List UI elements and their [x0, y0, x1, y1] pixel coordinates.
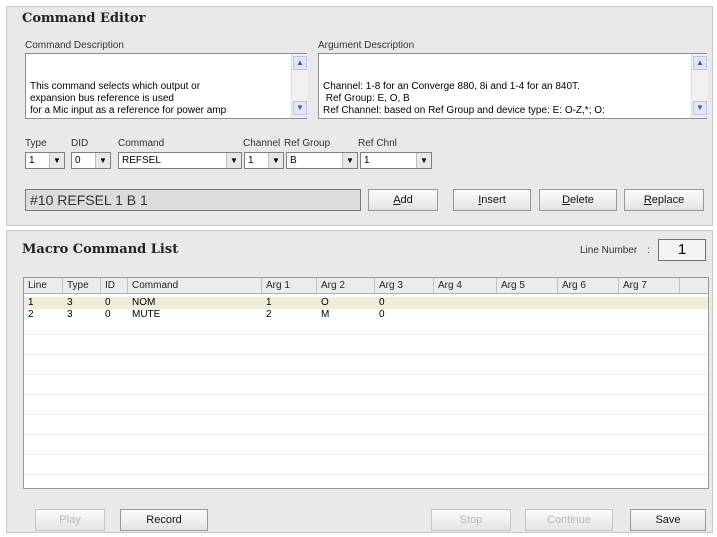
- command-preview: #10 REFSEL 1 B 1: [25, 189, 361, 211]
- scroll-down-icon[interactable]: ▼: [693, 101, 707, 115]
- column-header-command[interactable]: Command: [128, 278, 262, 294]
- cell-line: 1: [28, 297, 34, 308]
- command-label: Command: [118, 138, 165, 149]
- cell-id: 0: [105, 297, 111, 308]
- grid-line: [24, 454, 708, 455]
- column-header-id[interactable]: ID: [101, 278, 128, 294]
- cell-arg1: 2: [266, 309, 272, 320]
- ref-chnl-label: Ref Chnl: [358, 138, 397, 149]
- column-header-type[interactable]: Type: [63, 278, 101, 294]
- chevron-down-icon[interactable]: ▼: [49, 153, 64, 168]
- replace-button[interactable]: Replace: [624, 189, 704, 211]
- argument-description-scrollbar[interactable]: ▲ ▼: [691, 54, 708, 118]
- continue-button[interactable]: Continue: [525, 509, 613, 531]
- did-label: DID: [71, 138, 89, 149]
- scroll-up-icon[interactable]: ▲: [293, 56, 307, 70]
- command-value: REFSEL: [122, 155, 161, 166]
- argument-description-label: Argument Description: [318, 40, 415, 51]
- chevron-down-icon[interactable]: ▼: [226, 153, 241, 168]
- table-row[interactable]: 1 3 0 NOM 1 O 0: [24, 297, 708, 309]
- cell-type: 3: [67, 309, 73, 320]
- save-button[interactable]: Save: [630, 509, 706, 531]
- ref-group-value: B: [290, 155, 297, 166]
- insert-button[interactable]: Insert: [453, 189, 531, 211]
- line-number-field[interactable]: 1: [658, 239, 706, 261]
- chevron-down-icon[interactable]: ▼: [342, 153, 357, 168]
- grid-line: [24, 334, 708, 335]
- column-header-filler: [680, 278, 708, 294]
- macro-command-list-title: Macro Command List: [22, 242, 179, 257]
- column-header-arg5[interactable]: Arg 5: [497, 278, 558, 294]
- ref-chnl-select[interactable]: 1 ▼: [360, 152, 432, 169]
- command-description-label: Command Description: [25, 40, 124, 51]
- scroll-up-icon[interactable]: ▲: [693, 56, 707, 70]
- record-button[interactable]: Record: [120, 509, 208, 531]
- stop-button[interactable]: Stop: [431, 509, 511, 531]
- cell-command: NOM: [132, 297, 156, 308]
- chevron-down-icon[interactable]: ▼: [416, 153, 431, 168]
- column-header-arg7[interactable]: Arg 7: [619, 278, 680, 294]
- cell-arg3: 0: [379, 309, 385, 320]
- chevron-down-icon[interactable]: ▼: [268, 153, 283, 168]
- cell-line: 2: [28, 309, 34, 320]
- cell-arg2: O: [321, 297, 329, 308]
- cell-arg3: 0: [379, 297, 385, 308]
- type-label: Type: [25, 138, 47, 149]
- grid-line: [24, 434, 708, 435]
- type-value: 1: [29, 155, 35, 166]
- play-button[interactable]: Play: [35, 509, 105, 531]
- column-header-arg6[interactable]: Arg 6: [558, 278, 619, 294]
- line-number-colon: :: [647, 245, 650, 256]
- chevron-down-icon[interactable]: ▼: [95, 153, 110, 168]
- grid-line: [24, 474, 708, 475]
- grid-line: [24, 414, 708, 415]
- column-header-line[interactable]: Line: [24, 278, 63, 294]
- did-select[interactable]: 0 ▼: [71, 152, 111, 169]
- table-row[interactable]: 2 3 0 MUTE 2 M 0: [24, 309, 708, 321]
- type-select[interactable]: 1 ▼: [25, 152, 65, 169]
- line-number-label: Line Number: [580, 245, 638, 256]
- ref-group-label: Ref Group: [284, 138, 331, 149]
- cell-arg2: M: [321, 309, 330, 320]
- argument-description-box[interactable]: Channel: 1-8 for an Converge 880, 8i and…: [318, 53, 707, 119]
- command-editor-title: Command Editor: [22, 11, 146, 26]
- column-header-arg3[interactable]: Arg 3: [375, 278, 434, 294]
- grid-line: [24, 354, 708, 355]
- macro-command-list-panel: Macro Command List Line Number : 1 Line …: [6, 230, 713, 533]
- cell-type: 3: [67, 297, 73, 308]
- grid-line: [24, 394, 708, 395]
- macro-command-table[interactable]: Line Type ID Command Arg 1 Arg 2 Arg 3 A…: [23, 277, 709, 489]
- column-header-arg1[interactable]: Arg 1: [262, 278, 317, 294]
- command-select[interactable]: REFSEL ▼: [118, 152, 242, 169]
- delete-button[interactable]: Delete: [539, 189, 617, 211]
- cell-command: MUTE: [132, 309, 161, 320]
- channel-select[interactable]: 1 ▼: [244, 152, 284, 169]
- ref-group-select[interactable]: B ▼: [286, 152, 358, 169]
- command-description-text: This command selects which output or exp…: [30, 81, 227, 116]
- channel-value: 1: [248, 155, 254, 166]
- add-button[interactable]: Add: [368, 189, 438, 211]
- grid-line: [24, 374, 708, 375]
- column-header-arg2[interactable]: Arg 2: [317, 278, 375, 294]
- scroll-down-icon[interactable]: ▼: [293, 101, 307, 115]
- command-editor-panel: Command Editor Command Description This …: [6, 6, 713, 226]
- column-header-arg4[interactable]: Arg 4: [434, 278, 497, 294]
- cell-arg1: 1: [266, 297, 272, 308]
- did-value: 0: [75, 155, 81, 166]
- argument-description-text: Channel: 1-8 for an Converge 880, 8i and…: [323, 81, 605, 116]
- cell-id: 0: [105, 309, 111, 320]
- channel-label: Channel: [243, 138, 281, 149]
- command-description-box[interactable]: This command selects which output or exp…: [25, 53, 307, 119]
- ref-chnl-value: 1: [364, 155, 370, 166]
- command-description-scrollbar[interactable]: ▲ ▼: [291, 54, 308, 118]
